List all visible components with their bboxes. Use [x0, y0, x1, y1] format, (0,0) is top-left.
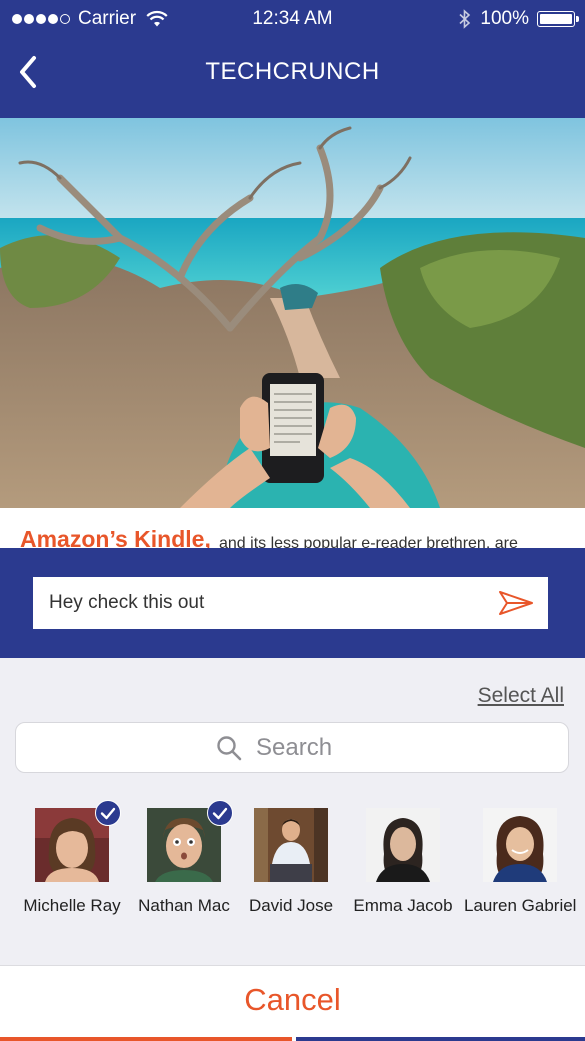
message-input[interactable] — [33, 577, 499, 629]
send-icon[interactable] — [498, 590, 534, 616]
article-hero-image — [0, 118, 585, 508]
avatar — [254, 808, 328, 882]
select-all-link[interactable]: Select All — [478, 684, 564, 708]
page-title: TECHCRUNCH — [205, 58, 380, 85]
search-bar[interactable] — [15, 722, 569, 773]
share-message-bar — [0, 548, 585, 658]
message-box — [33, 577, 548, 629]
contact-michelle-ray[interactable]: Michelle Ray — [16, 800, 128, 916]
search-input[interactable] — [254, 732, 368, 763]
contact-name: David Jose — [248, 896, 334, 915]
avatar — [483, 808, 557, 882]
contact-david-jose[interactable]: David Jose — [235, 808, 347, 916]
contact-name: Lauren Gabriel — [464, 896, 577, 915]
article-headline: Amazon’s Kindle, — [20, 526, 211, 548]
nav-bar: TECHCRUNCH — [0, 38, 585, 118]
battery-percent: 100% — [480, 8, 529, 29]
article-body-text: and its less popular e-reader brethren, … — [219, 535, 518, 548]
contact-name: Nathan Mac — [138, 896, 230, 915]
selected-check-icon — [95, 800, 121, 826]
contact-name: Emma Jacob — [353, 896, 453, 915]
bluetooth-icon — [459, 9, 471, 29]
contact-lauren-gabriel[interactable]: Lauren Gabriel — [464, 808, 576, 916]
contact-nathan-mac[interactable]: Nathan Mac — [128, 800, 240, 916]
battery-icon — [537, 11, 579, 27]
contact-emma-jacob[interactable]: Emma Jacob — [347, 808, 459, 916]
beach-reading-photo — [0, 118, 585, 508]
cancel-button[interactable]: Cancel — [0, 982, 585, 1018]
cancel-area: Cancel — [0, 965, 585, 1041]
bottom-brand-strip — [296, 1037, 585, 1041]
selected-check-icon — [207, 800, 233, 826]
search-icon — [217, 735, 242, 760]
bottom-accent-strip — [0, 1037, 292, 1041]
avatar — [366, 808, 440, 882]
battery-status: 100% — [458, 8, 579, 30]
article-snippet: Amazon’s Kindle, and its less popular e-… — [0, 508, 585, 548]
status-bar: Carrier 12:34 AM 100% — [0, 0, 585, 38]
contact-name: Michelle Ray — [23, 896, 121, 915]
